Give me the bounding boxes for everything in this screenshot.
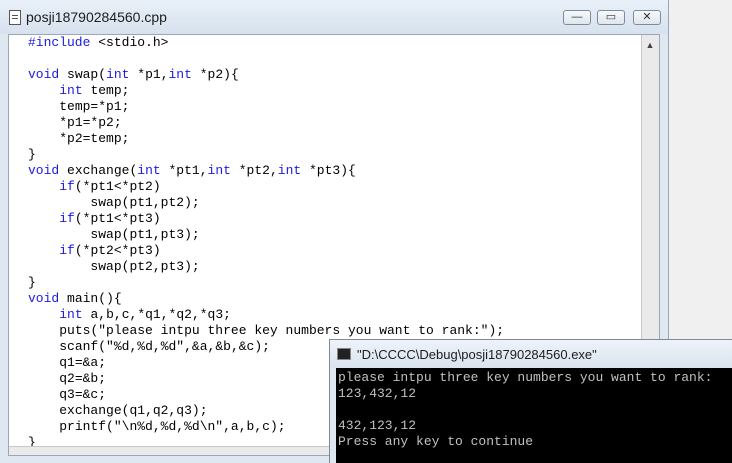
code-line: int a,b,c,*q1,*q2,*q3; [59, 307, 231, 322]
maximize-icon: ▭ [605, 11, 617, 23]
console-title: "D:\CCCC\Debug\posji18790284560.exe" [357, 347, 597, 362]
scroll-up-icon[interactable]: ▲ [642, 37, 658, 53]
console-line: 123,432,12 [338, 386, 417, 401]
minimize-icon: — [571, 11, 583, 23]
code-line: puts("please intpu three key numbers you… [59, 323, 505, 338]
code-line: void main(){ [28, 291, 122, 306]
code-line: } [28, 147, 36, 162]
code-line: if(*pt1<*pt3) [59, 211, 161, 226]
code-line: *p2=temp; [59, 131, 130, 146]
editor-gutter [9, 35, 28, 455]
code-line: void swap(int *p1,int *p2){ [28, 67, 239, 82]
console-output-area: please intpu three key numbers you want … [336, 368, 732, 463]
code-line: #include <stdio.h> [28, 35, 169, 50]
code-line: swap(pt1,pt3); [90, 227, 200, 242]
console-line: please intpu three key numbers you want … [338, 370, 713, 385]
close-button[interactable]: ✕ [633, 10, 661, 25]
editor-title: posji18790284560.cpp [26, 9, 167, 25]
console-line: 432,123,12 [338, 418, 417, 433]
console-window: "D:\CCCC\Debug\posji18790284560.exe" ple… [329, 339, 732, 463]
code-line: swap(pt1,pt2); [90, 195, 200, 210]
code-line: void exchange(int *pt1,int *pt2,int *pt3… [28, 163, 356, 178]
console-output: please intpu three key numbers you want … [338, 370, 712, 450]
code-line: swap(pt2,pt3); [90, 259, 200, 274]
close-icon: ✕ [642, 11, 652, 23]
editor-titlebar[interactable]: posji18790284560.cpp — ▭ ✕ [0, 0, 668, 34]
console-line: Press any key to continue [338, 434, 534, 449]
file-icon [9, 10, 21, 25]
console-titlebar[interactable]: "D:\CCCC\Debug\posji18790284560.exe" [330, 340, 732, 368]
code-line: } [28, 275, 36, 290]
code-line: *p1=*p2; [59, 115, 122, 130]
code-line: temp=*p1; [59, 99, 130, 114]
code-line: if(*pt1<*pt2) [59, 179, 161, 194]
maximize-button[interactable]: ▭ [597, 10, 625, 25]
console-app-icon [337, 348, 351, 360]
minimize-button[interactable]: — [563, 10, 591, 25]
code-line: if(*pt2<*pt3) [59, 243, 161, 258]
code-line: int temp; [59, 83, 130, 98]
